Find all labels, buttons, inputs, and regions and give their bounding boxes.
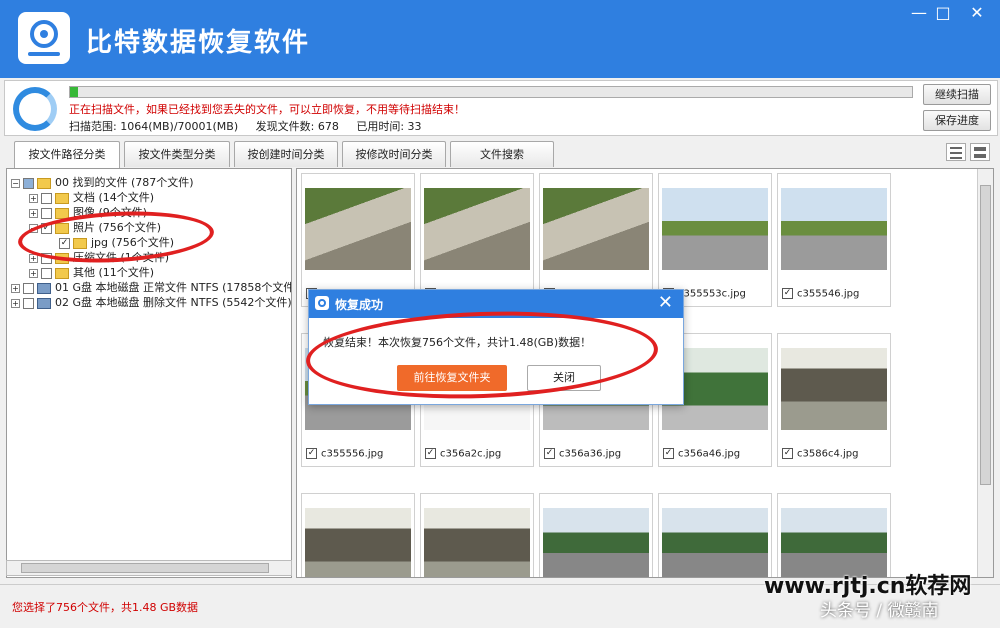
river-stones-people-icon	[543, 188, 649, 270]
tree-horizontal-scrollbar[interactable]	[6, 560, 292, 576]
tree-node[interactable]: − 00 找到的文件 (787个文件)	[11, 175, 194, 190]
park-road-icon	[781, 188, 887, 270]
thumbnail-card[interactable]: ✓c355553c.jpg	[658, 173, 772, 307]
tab-file-search[interactable]: 文件搜索	[450, 141, 554, 167]
tree-expander-icon[interactable]: −	[11, 178, 20, 188]
thumbnail-caption: ✓ c356a2c.jpg	[425, 448, 501, 460]
thumbnail-filename: c356a2c.jpg	[440, 448, 502, 460]
tree-checkbox[interactable]	[41, 267, 52, 279]
thumbnail-checkbox[interactable]: ✓	[663, 448, 674, 459]
tree-expander-icon[interactable]: +	[11, 298, 20, 308]
thumbnail-checkbox[interactable]: ✓	[782, 288, 793, 299]
title-bar: 比特数据恢复软件 — □ ✕	[0, 0, 1000, 78]
tab-by-path[interactable]: 按文件路径分类	[14, 141, 120, 168]
scan-warning-text: 正在扫描文件，如果已经找到您丢失的文件，可以立即恢复，不用等待扫描结束！	[69, 103, 465, 116]
grid-vertical-scrollbar[interactable]	[977, 169, 993, 577]
gate-person-icon	[424, 508, 530, 577]
plaza-people-icon	[543, 508, 649, 577]
thumbnail-card[interactable]: ✓	[539, 173, 653, 307]
tree-node-label: 02 G盘 本地磁盘 删除文件 NTFS (5542个文件)	[55, 296, 292, 309]
app-logo-icon	[18, 12, 70, 64]
tree-node[interactable]: + 其他 (11个文件)	[29, 265, 154, 280]
scan-panel: 正在扫描文件，如果已经找到您丢失的文件，可以立即恢复，不用等待扫描结束！ 扫描范…	[4, 80, 998, 136]
park-road-icon	[662, 188, 768, 270]
thumbnail-card[interactable]: ✓	[539, 493, 653, 577]
thumbnail-caption: ✓ c355556.jpg	[306, 448, 383, 460]
thumbnail-card[interactable]: ✓	[658, 493, 772, 577]
thumbnail-card[interactable]: ✓ c3586c4.jpg	[777, 333, 891, 467]
dialog-close-icon[interactable]: ✕	[658, 293, 673, 313]
tree-node-label: 00 找到的文件 (787个文件)	[55, 176, 194, 189]
thumbnail-checkbox[interactable]: ✓	[425, 448, 436, 459]
thumbnail-caption: ✓ c3586c4.jpg	[782, 448, 858, 460]
thumbnail-caption: ✓ c355546.jpg	[782, 288, 859, 300]
tree-checkbox[interactable]	[41, 207, 52, 219]
thumbnail-card[interactable]: ✓	[420, 173, 534, 307]
thumbnail-card[interactable]: ✓	[777, 493, 891, 577]
tree-node[interactable]: +01 G盘 本地磁盘 正常文件 NTFS (17858个文件)	[11, 280, 292, 295]
tree-checkbox[interactable]	[41, 192, 52, 204]
thumbnail-filename: c356a36.jpg	[559, 448, 622, 460]
dialog-title: 恢复成功	[335, 298, 384, 312]
thumbnail-filename: c3586c4.jpg	[797, 448, 859, 460]
watermark-account: 头条号 / 微赣南	[820, 601, 939, 621]
tree-expander-icon[interactable]: +	[29, 208, 38, 218]
thumbnail-caption: ✓ c356a36.jpg	[544, 448, 621, 460]
scan-range: 扫描范围: 1064(MB)/70001(MB)	[69, 120, 239, 133]
folder-icon	[55, 192, 69, 204]
selection-status: 您选择了756个文件，共1.48 GB数据	[12, 601, 199, 614]
continue-scan-button[interactable]: 继续扫描	[923, 84, 991, 105]
list-view-icon[interactable]	[946, 143, 966, 161]
tree-checkbox[interactable]	[23, 282, 34, 294]
tree-node-label: 01 G盘 本地磁盘 正常文件 NTFS (17858个文件)	[55, 281, 292, 294]
folder-icon	[37, 177, 51, 189]
save-progress-button[interactable]: 保存进度	[923, 110, 991, 131]
disk-icon	[37, 282, 51, 294]
scan-progress-fill	[70, 87, 79, 97]
dialog-app-icon	[315, 296, 329, 310]
thumbnail-card[interactable]: ✓	[301, 173, 415, 307]
found-count: 发现文件数: 678	[255, 120, 339, 133]
thumbnail-view-icon[interactable]	[970, 143, 990, 161]
thumbnail-checkbox[interactable]: ✓	[544, 448, 555, 459]
tab-by-created-time[interactable]: 按创建时间分类	[234, 141, 338, 167]
maximize-icon[interactable]: □	[928, 2, 958, 24]
tree-expander-icon[interactable]: +	[29, 268, 38, 278]
tree-checkbox[interactable]	[23, 297, 34, 309]
river-stones-people-icon	[424, 188, 530, 270]
thumbnail-filename: c355553c.jpg	[678, 288, 746, 300]
folder-icon	[55, 267, 69, 279]
app-title: 比特数据恢复软件	[86, 28, 311, 58]
scan-spinner-icon	[13, 87, 57, 131]
tree-node-label: 文档 (14个文件)	[73, 191, 155, 204]
tree-expander-icon[interactable]: +	[11, 283, 20, 293]
tree-node-label: 其他 (11个文件)	[73, 266, 155, 279]
gate-person-icon	[305, 508, 411, 577]
tree-node[interactable]: + 文档 (14个文件)	[29, 190, 154, 205]
thumbnail-filename: c355556.jpg	[321, 448, 384, 460]
thumbnail-checkbox[interactable]: ✓	[306, 448, 317, 459]
thumbnail-card[interactable]: ✓	[420, 493, 534, 577]
tree-node[interactable]: +02 G盘 本地磁盘 删除文件 NTFS (5542个文件)	[11, 295, 292, 310]
gate-person-icon	[781, 348, 887, 430]
thumbnail-checkbox[interactable]: ✓	[782, 448, 793, 459]
tree-checkbox[interactable]	[23, 177, 34, 189]
thumbnail-filename: c356a46.jpg	[678, 448, 741, 460]
tree-expander-icon[interactable]: +	[29, 193, 38, 203]
tab-by-type[interactable]: 按文件类型分类	[124, 141, 230, 167]
thumbnail-filename: c355546.jpg	[797, 288, 860, 300]
thumbnail-card[interactable]: ✓	[301, 493, 415, 577]
river-stones-people-icon	[305, 188, 411, 270]
scan-progress-bar	[69, 86, 913, 98]
elapsed-time: 已用时间: 33	[356, 120, 422, 133]
scan-stats: 扫描范围: 1064(MB)/70001(MB) 发现文件数: 678 已用时间…	[69, 118, 436, 134]
thumbnail-caption: ✓ c356a46.jpg	[663, 448, 740, 460]
disk-icon	[37, 297, 51, 309]
close-icon[interactable]: ✕	[962, 2, 992, 24]
tab-by-modified-time[interactable]: 按修改时间分类	[342, 141, 446, 167]
thumbnail-card[interactable]: ✓ c355546.jpg	[777, 173, 891, 307]
plaza-people-icon	[662, 508, 768, 577]
